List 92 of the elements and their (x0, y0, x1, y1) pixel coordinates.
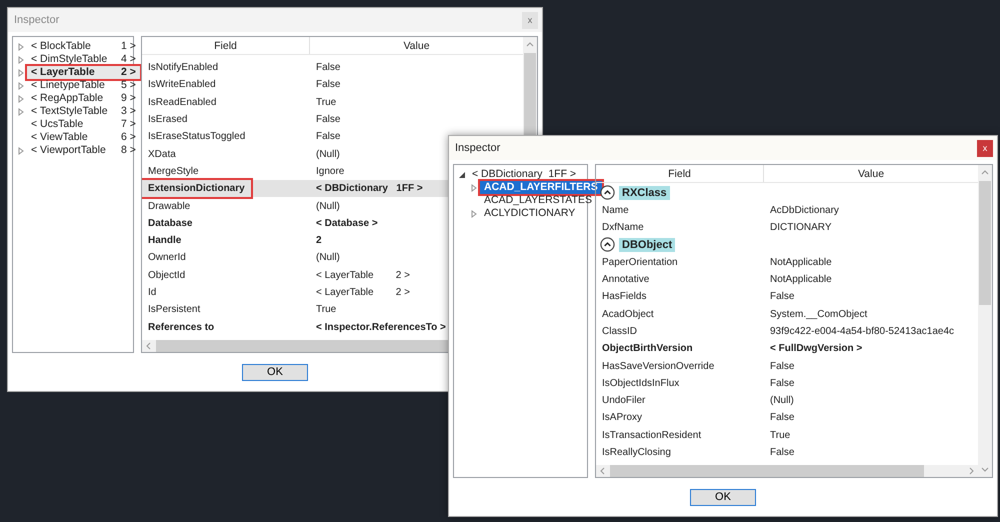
value-cell: < Database > (316, 218, 378, 229)
field-cell: IsAProxy (602, 412, 642, 424)
value-cell: < LayerTable 2 > (316, 287, 410, 298)
field-cell: HasFields (602, 291, 646, 302)
window-title: Inspector (455, 142, 500, 154)
ok-button[interactable]: OK (690, 488, 756, 506)
tree-item[interactable]: < TextStyleTable 3 > (29, 105, 138, 118)
column-header[interactable]: Value (764, 165, 978, 182)
field-cell: DxfName (602, 222, 644, 233)
field-cell: IsObjectIdsInFlux (602, 378, 680, 389)
scroll-down-icon[interactable] (981, 465, 989, 473)
field-cell: ClassID (602, 326, 638, 337)
field-cell: HasSaveVersionOverride (602, 360, 714, 372)
field-cell: PaperOrientation (602, 256, 678, 268)
field-cell: Drawable (148, 200, 190, 212)
field-cell: IsPersistent (148, 304, 200, 316)
field-cell: Database (148, 218, 192, 229)
field-cell: AcadObject (602, 308, 654, 320)
tree-item[interactable]: < ViewTable 6 > (29, 131, 138, 144)
scroll-right-icon[interactable] (967, 467, 975, 475)
value-cell: False (770, 412, 794, 424)
value-cell: False (316, 114, 340, 126)
value-cell: False (316, 62, 340, 74)
scroll-left-icon[interactable] (599, 467, 607, 475)
value-cell: NotApplicable (770, 274, 832, 286)
section-label: DBObject (619, 238, 676, 252)
value-cell: < FullDwgVersion > (770, 343, 862, 354)
column-header[interactable]: Value (310, 37, 523, 54)
value-cell: True (316, 304, 336, 316)
tree-item[interactable]: ACAD_LAYERSTATES (482, 194, 594, 207)
value-cell: False (770, 360, 794, 372)
field-cell: Id (148, 287, 156, 298)
field-cell: ObjectId (148, 270, 186, 281)
value-cell: NotApplicable (770, 256, 832, 268)
field-cell: Name (602, 204, 629, 216)
field-cell: Annotative (602, 274, 650, 286)
field-cell: Handle (148, 235, 182, 246)
scroll-up-icon[interactable] (526, 41, 534, 49)
collapse-icon[interactable] (600, 237, 615, 252)
tree-item[interactable]: ACLYDICTIONARY (482, 207, 578, 220)
value-cell: True (316, 96, 336, 108)
value-cell: (Null) (770, 395, 794, 406)
tree-item[interactable]: < LayerTable 2 > (25, 64, 142, 81)
field-cell: IsNotifyEnabled (148, 62, 218, 74)
field-cell: References to (148, 322, 214, 333)
value-cell: (Null) (316, 200, 340, 212)
value-cell: False (770, 447, 794, 458)
value-cell: 2 (316, 235, 322, 246)
vertical-scrollbar[interactable] (978, 165, 992, 477)
field-cell: IsErased (148, 114, 188, 126)
value-cell: False (316, 131, 340, 142)
field-cell: UndoFiler (602, 395, 646, 406)
scroll-up-icon[interactable] (981, 169, 989, 177)
tree-item[interactable]: < DBDictionary 1FF > (470, 168, 578, 181)
value-cell: < DBDictionary 1FF > (316, 183, 423, 194)
value-cell: (Null) (316, 148, 340, 160)
field-cell: IsReadEnabled (148, 96, 216, 108)
value-cell: (Null) (316, 252, 340, 264)
field-cell: MergeStyle (148, 166, 199, 177)
value-cell: Ignore (316, 166, 344, 177)
field-cell: IsReallyClosing (602, 447, 671, 458)
collapse-icon[interactable] (600, 185, 615, 200)
close-button[interactable]: x (977, 140, 993, 156)
value-cell: False (770, 291, 794, 302)
value-cell: False (316, 79, 340, 90)
field-cell: IsWriteEnabled (148, 79, 216, 90)
tree-item[interactable]: < LinetypeTable 5 > (29, 79, 138, 92)
field-cell: ObjectBirthVersion (602, 343, 693, 354)
tree-item[interactable]: < DimStyleTable 4 > (29, 53, 138, 66)
field-cell: XData (148, 148, 176, 160)
value-cell: < LayerTable 2 > (316, 270, 410, 281)
value-cell: DICTIONARY (770, 222, 832, 233)
window-title: Inspector (14, 14, 60, 26)
field-cell: IsEraseStatusToggled (148, 131, 246, 142)
field-cell: OwnerId (148, 252, 186, 264)
value-cell: AcDbDictionary (770, 204, 839, 216)
value-cell: < Inspector.ReferencesTo > (316, 322, 446, 333)
section-label: RXClass (619, 186, 670, 200)
value-cell: True (770, 430, 790, 441)
field-cell: ExtensionDictionary (142, 178, 253, 200)
tree-item[interactable]: < RegAppTable 9 > (29, 92, 138, 105)
tree-item[interactable]: < ViewportTable 8 > (29, 144, 138, 157)
column-header[interactable]: Field (142, 37, 310, 54)
horizontal-scrollbar[interactable] (596, 465, 978, 477)
value-cell: System.__ComObject (770, 308, 868, 320)
tree-item[interactable]: < BlockTable 1 > (29, 40, 138, 53)
tree-item[interactable]: < UcsTable 7 > (29, 118, 138, 131)
value-cell: 93f9c422-e004-4a54-bf80-52413ac1ae4c (770, 326, 954, 337)
field-cell: IsTransactionResident (602, 430, 702, 441)
value-cell: False (770, 378, 794, 389)
scroll-left-icon[interactable] (145, 342, 153, 350)
column-header[interactable]: Field (596, 165, 764, 182)
